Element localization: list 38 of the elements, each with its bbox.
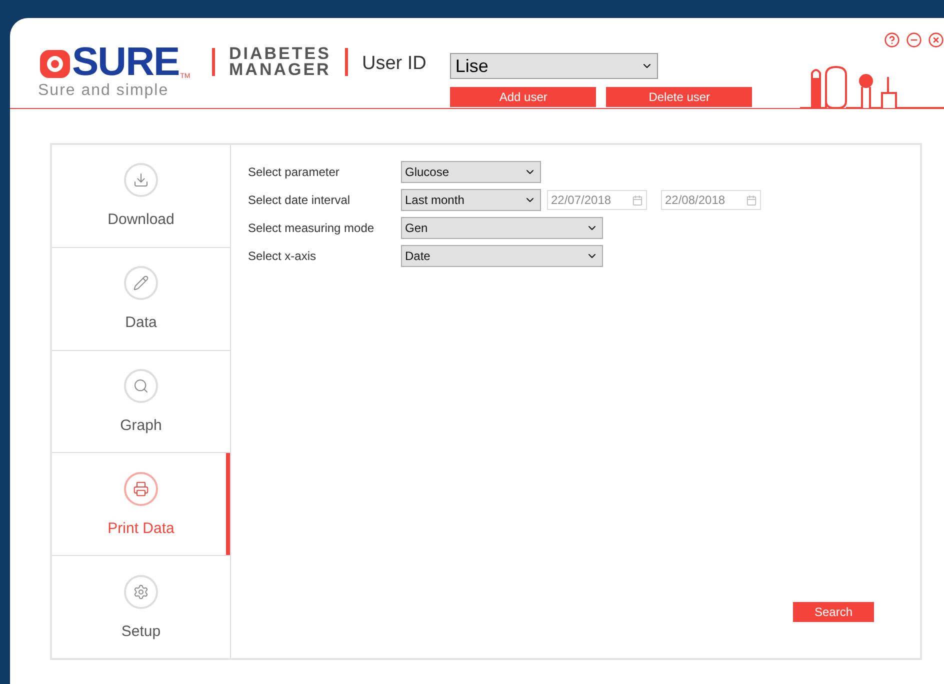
nav-item[interactable]: Download	[52, 145, 230, 248]
search-button[interactable]: Search	[793, 602, 874, 622]
logo-icon	[38, 48, 72, 80]
tagline: Sure and simple	[38, 82, 170, 100]
nav-item[interactable]: Data	[52, 248, 230, 351]
nav-item[interactable]: Graph	[52, 350, 230, 454]
user-button[interactable]: Add user	[450, 87, 596, 107]
nav-label: Data	[125, 314, 157, 332]
nav-icon	[133, 584, 149, 600]
user-select[interactable]: Lise	[450, 53, 658, 79]
calendar-icon	[746, 194, 757, 206]
help-icon[interactable]	[884, 32, 900, 48]
field-label: Select x-axis	[248, 249, 318, 263]
field-label: Select parameter	[248, 165, 340, 179]
dropdown[interactable]: Date	[401, 245, 603, 267]
product-name: DIABETES	[229, 46, 331, 62]
user-button[interactable]: Delete user	[606, 87, 752, 107]
calendar-icon	[632, 194, 643, 206]
field-label: Select measuring mode	[248, 221, 376, 235]
nav-icon	[133, 480, 149, 497]
dropdown[interactable]: Gen	[401, 217, 603, 239]
user-id-label: User ID	[362, 53, 426, 75]
nav-label: Setup	[121, 622, 161, 640]
nav-label: Download	[108, 211, 174, 228]
close-icon[interactable]	[928, 32, 944, 48]
product-name: MANAGER	[229, 62, 331, 78]
dropdown[interactable]: Last month	[401, 189, 541, 211]
nav-item[interactable]: Setup	[52, 556, 230, 658]
nav-label: Print Data	[108, 520, 174, 537]
nav-label: Graph	[120, 416, 162, 434]
nav-icon	[133, 378, 149, 394]
brand-name: SURE	[72, 44, 180, 80]
field-label: Select date interval	[248, 193, 352, 207]
minimize-icon[interactable]	[906, 32, 922, 48]
nav-icon	[133, 172, 149, 188]
nav-icon	[133, 275, 149, 292]
dropdown[interactable]: Glucose	[401, 161, 541, 183]
nav-item[interactable]: Print Data	[52, 453, 230, 556]
